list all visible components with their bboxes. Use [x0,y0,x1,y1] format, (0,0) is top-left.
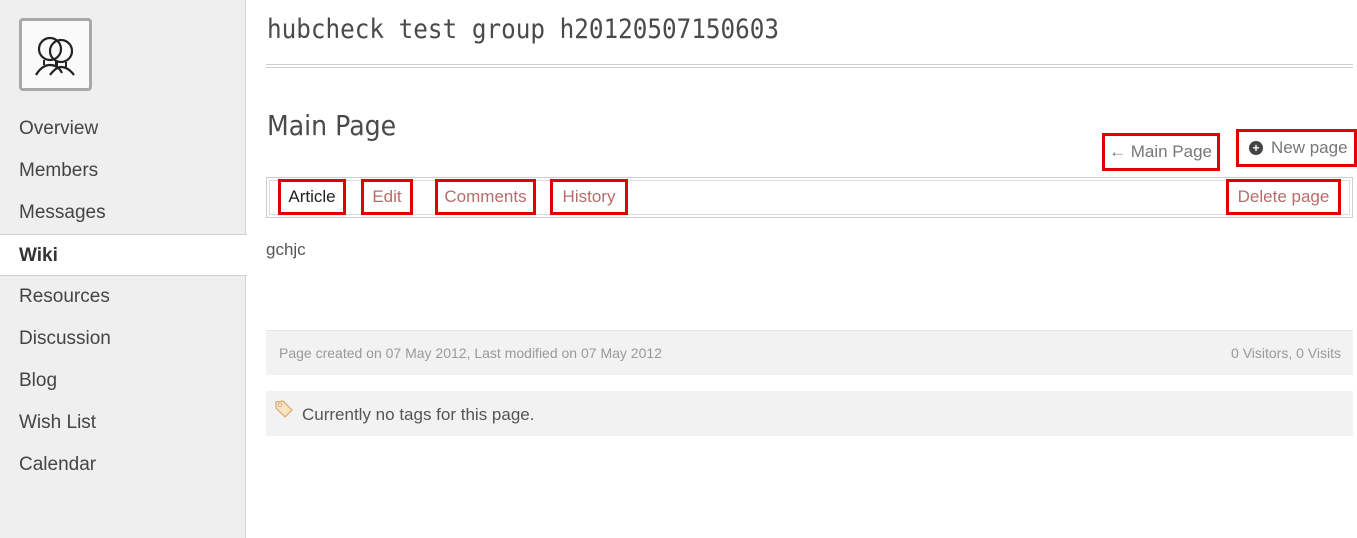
sidebar-item-calendar[interactable]: Calendar [0,444,246,486]
sidebar-item-overview[interactable]: Overview [0,108,246,150]
group-logo[interactable] [19,18,92,91]
new-page-label: New page [1271,138,1348,157]
tab-history[interactable]: History [550,179,628,215]
page-created-info: Page created on 07 May 2012, Last modifi… [279,345,662,361]
group-nav: Overview Members Messages Wiki Resources… [0,108,247,486]
page-meta-bar: Page created on 07 May 2012, Last modifi… [266,330,1353,375]
page-title: Main Page [267,109,397,142]
delete-page-button[interactable]: Delete page [1226,179,1341,215]
plus-circle-icon: + [1249,141,1263,155]
main-page-link[interactable]: ← Main Page [1102,133,1220,171]
sidebar-item-wish-list[interactable]: Wish List [0,402,246,444]
sidebar-item-blog[interactable]: Blog [0,360,246,402]
sidebar-item-members[interactable]: Members [0,150,246,192]
group-people-icon [34,36,75,76]
page-tags-bar: Currently no tags for this page. [266,391,1353,436]
sidebar: Overview Members Messages Wiki Resources… [0,0,247,538]
sidebar-item-discussion[interactable]: Discussion [0,318,246,360]
tags-status-text: Currently no tags for this page. [302,405,535,424]
sidebar-item-wiki[interactable]: Wiki [0,234,247,276]
wiki-tab-bar [266,177,1353,218]
tag-icon [275,400,293,418]
tab-comments[interactable]: Comments [435,179,536,215]
sidebar-item-resources[interactable]: Resources [0,276,246,318]
title-divider [266,64,1353,68]
group-title: hubcheck test group h20120507150603 [267,14,780,45]
wiki-article-content: gchjc [266,240,306,259]
sidebar-item-messages[interactable]: Messages [0,192,246,234]
page-visit-stats: 0 Visitors, 0 Visits [1231,345,1341,361]
new-page-button[interactable]: + New page [1236,129,1357,167]
tab-article[interactable]: Article [278,179,346,215]
tab-edit[interactable]: Edit [361,179,413,215]
